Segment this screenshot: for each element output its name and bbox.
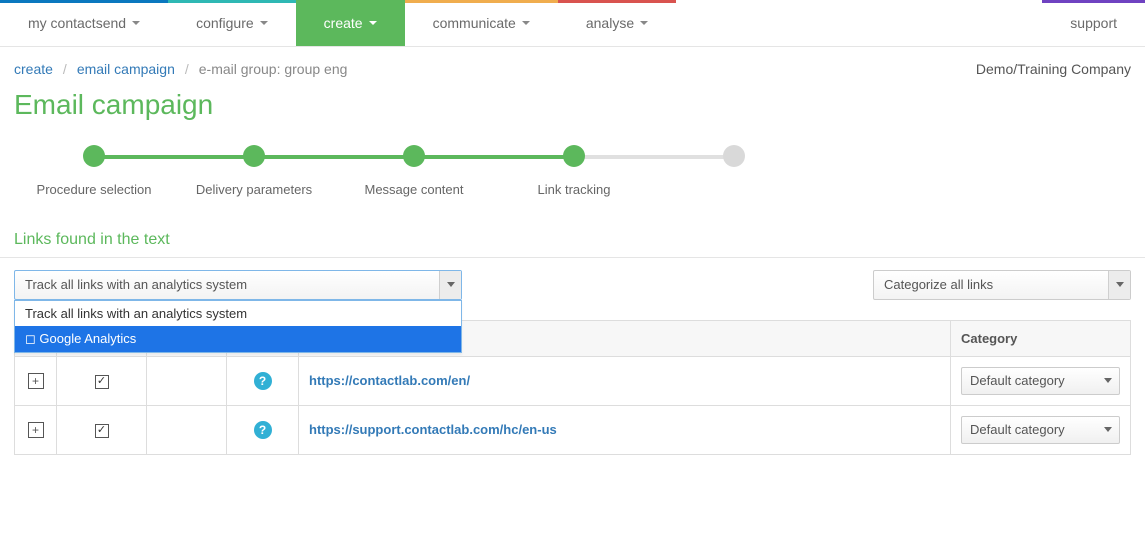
nav-analyse[interactable]: analyse: [558, 0, 676, 46]
nav-label: my contactsend: [28, 15, 126, 31]
caret-down-icon: [260, 21, 268, 25]
breadcrumb: create / email campaign / e-mail group: …: [14, 61, 347, 77]
company-label: Demo/Training Company: [976, 61, 1131, 77]
expand-button[interactable]: +: [28, 422, 44, 438]
nav-label: create: [324, 15, 363, 31]
categorize-select[interactable]: Categorize all links: [873, 270, 1131, 300]
th-category: Category: [951, 320, 1131, 356]
caret-down-icon: [369, 21, 377, 25]
table-row: + ? https://contactlab.com/en/ Default c…: [15, 356, 1131, 405]
nav-label: support: [1070, 15, 1117, 31]
category-select-value: Default category: [970, 373, 1065, 388]
table-row: + ? https://support.contactlab.com/hc/en…: [15, 405, 1131, 454]
caret-down-icon: [640, 21, 648, 25]
step-dot-icon: [723, 145, 745, 167]
top-nav: my contactsend configure create communic…: [0, 0, 1145, 47]
track-checkbox[interactable]: [95, 424, 109, 438]
step-line: [414, 155, 574, 159]
nav-label: communicate: [433, 15, 516, 31]
nav-spacer: [676, 0, 1042, 46]
step-label: Procedure selection: [37, 181, 152, 199]
expand-button[interactable]: +: [28, 373, 44, 389]
step-dot-icon: [83, 145, 105, 167]
controls-row: Track all links with an analytics system…: [0, 270, 1145, 300]
step-label: Delivery parameters: [196, 181, 312, 199]
category-select[interactable]: Default category: [961, 416, 1120, 444]
step-message-content[interactable]: Message content: [334, 145, 494, 199]
notes-cell: [147, 356, 227, 405]
analytics-option-1[interactable]: ◻ Google Analytics: [15, 326, 461, 352]
breadcrumb-current: e-mail group: group eng: [199, 61, 348, 77]
step-pending: [654, 145, 814, 181]
step-line: [574, 155, 734, 159]
stepper: Procedure selection Delivery parameters …: [0, 131, 1145, 219]
analytics-select[interactable]: Track all links with an analytics system: [14, 270, 462, 300]
step-line: [94, 155, 254, 159]
nav-create[interactable]: create: [296, 0, 405, 46]
step-label: Message content: [364, 181, 463, 199]
analytics-select-value: Track all links with an analytics system: [25, 277, 247, 292]
breadcrumb-create[interactable]: create: [14, 61, 53, 77]
breadcrumb-sep: /: [185, 61, 189, 77]
notes-cell: [147, 405, 227, 454]
step-line: [254, 155, 414, 159]
step-dot-icon: [243, 145, 265, 167]
step-dot-icon: [403, 145, 425, 167]
chevron-down-icon: [439, 271, 461, 299]
nav-my-contactsend[interactable]: my contactsend: [0, 0, 168, 46]
caret-down-icon: [522, 21, 530, 25]
step-dot-icon: [563, 145, 585, 167]
breadcrumb-row: create / email campaign / e-mail group: …: [0, 47, 1145, 87]
categorize-select-value: Categorize all links: [884, 277, 993, 292]
step-procedure-selection[interactable]: Procedure selection: [14, 145, 174, 199]
nav-label: analyse: [586, 15, 634, 31]
nav-support[interactable]: support: [1042, 0, 1145, 46]
caret-down-icon: [132, 21, 140, 25]
tracked-link[interactable]: https://support.contactlab.com/hc/en-us: [309, 422, 557, 437]
tracked-link[interactable]: https://contactlab.com/en/: [309, 373, 470, 388]
page-title: Email campaign: [0, 87, 1145, 131]
chevron-down-icon: [1108, 271, 1130, 299]
breadcrumb-email-campaign[interactable]: email campaign: [77, 61, 175, 77]
nav-communicate[interactable]: communicate: [405, 0, 558, 46]
help-icon[interactable]: ?: [254, 372, 272, 390]
category-select[interactable]: Default category: [961, 367, 1120, 395]
breadcrumb-sep: /: [63, 61, 67, 77]
track-checkbox[interactable]: [95, 375, 109, 389]
step-link-tracking[interactable]: Link tracking: [494, 145, 654, 199]
step-delivery-parameters[interactable]: Delivery parameters: [174, 145, 334, 199]
analytics-select-wrap: Track all links with an analytics system…: [14, 270, 462, 300]
chevron-down-icon: [1097, 368, 1119, 394]
chevron-down-icon: [1097, 417, 1119, 443]
nav-configure[interactable]: configure: [168, 0, 296, 46]
step-label: Link tracking: [538, 181, 611, 199]
category-select-value: Default category: [970, 422, 1065, 437]
analytics-dropdown: Track all links with an analytics system…: [14, 300, 462, 353]
analytics-option-0[interactable]: Track all links with an analytics system: [15, 301, 461, 326]
nav-label: configure: [196, 15, 254, 31]
section-title: Links found in the text: [0, 219, 1145, 258]
help-icon[interactable]: ?: [254, 421, 272, 439]
